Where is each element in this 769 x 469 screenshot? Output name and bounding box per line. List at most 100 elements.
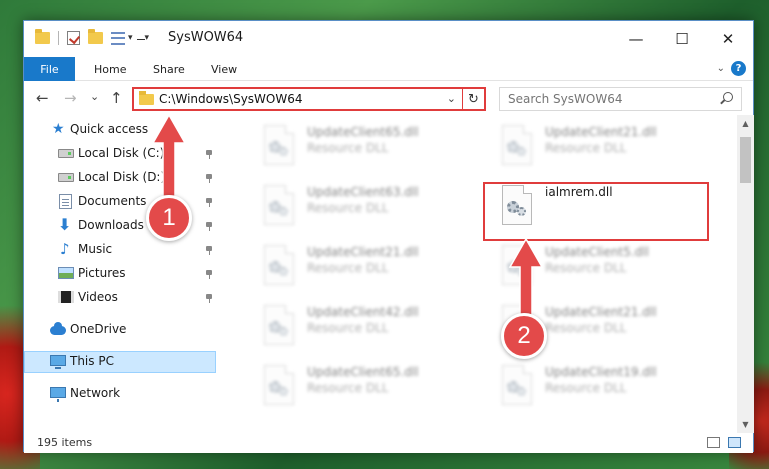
sidebar-item-network[interactable]: Network <box>24 383 216 405</box>
file-item[interactable]: UpdateClient21.dll Resource DLL <box>487 121 712 173</box>
scroll-down-icon[interactable]: ▼ <box>737 416 754 433</box>
toolbar-divider <box>136 39 145 40</box>
file-name: UpdateClient63.dll <box>307 185 419 199</box>
search-icon[interactable] <box>723 92 733 102</box>
file-type: Resource DLL <box>307 201 389 215</box>
step-1-badge: 1 <box>146 195 192 241</box>
music-icon: ♪ <box>60 240 70 258</box>
customize-toolbar-icon[interactable] <box>111 31 125 45</box>
file-item[interactable]: UpdateClient65.dll Resource DLL <box>249 361 474 413</box>
search-input[interactable] <box>500 88 741 110</box>
toolbar-separator <box>58 31 59 45</box>
scroll-thumb[interactable] <box>740 137 751 183</box>
recent-locations-button[interactable]: ⌄ <box>90 90 99 103</box>
help-icon[interactable]: ? <box>731 61 746 76</box>
file-type: Resource DLL <box>545 141 627 155</box>
close-button[interactable]: ✕ <box>705 21 751 57</box>
tab-share[interactable]: Share <box>153 57 185 81</box>
sidebar-item-label: Downloads <box>78 218 144 232</box>
pin-icon[interactable] <box>206 294 212 303</box>
search-box[interactable] <box>499 87 742 111</box>
navigation-bar: ← → ⌄ ↑ C:\Windows\SysWOW64 ⌄ ↻ <box>24 81 753 115</box>
sidebar-item-this-pc[interactable]: This PC <box>24 351 216 373</box>
new-folder-icon[interactable] <box>88 29 103 44</box>
network-icon <box>50 386 66 402</box>
dll-file-icon <box>261 365 297 409</box>
back-button[interactable]: ← <box>36 89 49 107</box>
file-type: Resource DLL <box>307 261 389 275</box>
pin-icon[interactable] <box>206 150 212 159</box>
status-bar: 195 items <box>24 433 753 453</box>
file-type: Resource DLL <box>545 321 627 335</box>
refresh-button[interactable]: ↻ <box>462 87 486 111</box>
file-type: Resource DLL <box>307 321 389 335</box>
dll-file-icon <box>499 125 535 169</box>
file-item[interactable]: UpdateClient63.dll Resource DLL <box>249 181 474 233</box>
address-bar[interactable]: C:\Windows\SysWOW64 ⌄ <box>132 87 486 111</box>
minimize-button[interactable]: — <box>613 21 659 57</box>
file-name: UpdateClient65.dll <box>307 125 419 139</box>
maximize-button[interactable]: ☐ <box>659 21 705 57</box>
file-type: Resource DLL <box>307 141 389 155</box>
file-name: UpdateClient42.dll <box>307 305 419 319</box>
file-item[interactable]: UpdateClient42.dll Resource DLL <box>249 301 474 353</box>
large-icons-view-icon[interactable] <box>728 437 741 448</box>
sidebar-item-label: Videos <box>78 290 118 304</box>
onedrive-icon <box>50 322 66 336</box>
item-count: 195 items <box>37 436 93 449</box>
properties-checkmark-icon[interactable] <box>67 31 80 45</box>
pictures-icon <box>58 266 74 280</box>
file-name: UpdateClient5.dll <box>545 245 649 259</box>
file-item[interactable]: UpdateClient65.dll Resource DLL <box>249 121 474 173</box>
dll-file-icon <box>261 185 297 229</box>
tab-view[interactable]: View <box>211 57 237 81</box>
sidebar-item-videos[interactable]: Videos <box>24 287 216 309</box>
step-2-badge: 2 <box>501 313 547 359</box>
sidebar-item-onedrive[interactable]: OneDrive <box>24 319 216 341</box>
pin-icon[interactable] <box>206 246 212 255</box>
tab-file[interactable]: File <box>24 57 75 81</box>
address-path[interactable]: C:\Windows\SysWOW64 <box>159 92 303 106</box>
drive-icon <box>58 170 74 184</box>
file-item[interactable]: UpdateClient21.dll Resource DLL <box>249 241 474 293</box>
vertical-scrollbar[interactable]: ▲ ▼ <box>737 115 754 433</box>
sidebar-item-label: Documents <box>78 194 147 208</box>
dll-file-icon <box>261 245 297 289</box>
pin-icon[interactable] <box>206 198 212 207</box>
file-list: UpdateClient65.dll Resource DLL UpdateCl… <box>219 115 737 433</box>
ribbon-expand-icon[interactable]: ⌄ <box>717 63 725 74</box>
up-button[interactable]: ↑ <box>110 89 123 107</box>
pin-icon[interactable] <box>206 222 212 231</box>
toolbar-dropdown-icon[interactable]: ▾ <box>128 33 133 43</box>
file-item[interactable]: UpdateClient19.dll Resource DLL <box>487 361 712 413</box>
file-name: UpdateClient21.dll <box>545 125 657 139</box>
address-dropdown-icon[interactable]: ⌄ <box>447 92 456 105</box>
this-pc-icon <box>50 354 66 369</box>
navigation-pane: ★ Quick access Local Disk (C:) Local Dis… <box>24 115 219 433</box>
folder-icon <box>35 29 50 44</box>
dll-file-icon <box>261 305 297 349</box>
toolbar-dropdown-arrow-icon[interactable]: ▾ <box>145 33 150 43</box>
documents-icon <box>59 194 75 209</box>
pin-icon[interactable] <box>206 270 212 279</box>
sidebar-item-label: Network <box>70 386 121 400</box>
details-view-icon[interactable] <box>707 437 720 448</box>
downloads-icon: ⬇ <box>58 215 72 234</box>
window-title: SysWOW64 <box>168 30 244 45</box>
forward-button[interactable]: → <box>64 89 77 107</box>
sidebar-item-pictures[interactable]: Pictures <box>24 263 216 285</box>
pin-icon[interactable] <box>206 174 212 183</box>
star-icon: ★ <box>52 121 65 137</box>
file-name: UpdateClient19.dll <box>545 365 657 379</box>
scroll-up-icon[interactable]: ▲ <box>737 115 754 132</box>
file-type: Resource DLL <box>545 381 627 395</box>
drive-icon <box>58 146 74 160</box>
tab-home[interactable]: Home <box>94 57 126 81</box>
explorer-window: ▾ ▾ SysWOW64 — ☐ ✕ File Home Share View … <box>23 20 754 453</box>
file-type: Resource DLL <box>545 261 627 275</box>
dll-file-icon <box>261 125 297 169</box>
file-type: Resource DLL <box>307 381 389 395</box>
sidebar-item-label: Quick access <box>70 122 149 136</box>
sidebar-item-music[interactable]: ♪ Music <box>24 239 216 261</box>
file-name: UpdateClient65.dll <box>307 365 419 379</box>
